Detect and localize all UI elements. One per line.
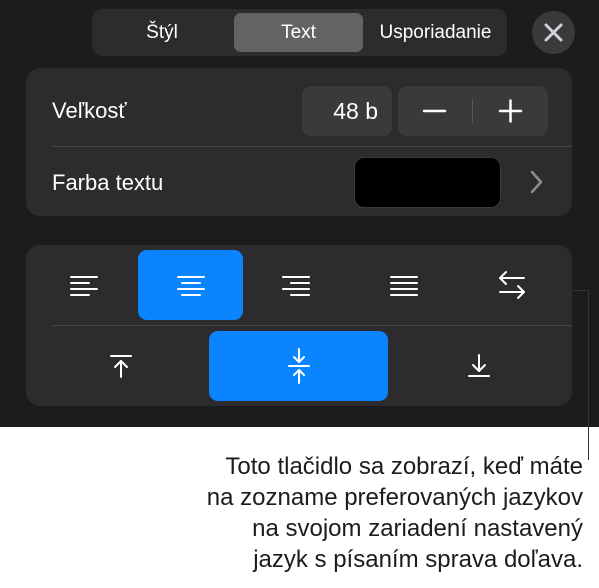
align-middle-button[interactable] [209, 331, 388, 401]
row-divider [52, 146, 572, 147]
justify-icon [390, 276, 418, 296]
align-top-button[interactable] [68, 331, 173, 401]
align-left-button[interactable] [34, 250, 134, 320]
align-right-button[interactable] [246, 250, 346, 320]
font-size-field[interactable]: 48 b [302, 86, 392, 136]
callout-leader-vertical [588, 290, 589, 460]
tab-text[interactable]: Text [234, 13, 363, 52]
decrease-size-button[interactable] [398, 86, 473, 136]
callout-leader-horizontal [573, 290, 589, 291]
align-top-icon [109, 355, 132, 378]
close-button[interactable] [532, 11, 575, 54]
align-bottom-icon [467, 354, 490, 377]
font-size-stepper [398, 86, 548, 136]
tab-style[interactable]: Štýl [98, 13, 226, 52]
callout-text: Toto tlačidlo sa zobrazí, keď máte na zo… [206, 453, 583, 573]
increase-size-button[interactable] [473, 86, 548, 136]
tab-arrange[interactable]: Usporiadanie [370, 13, 501, 52]
chevron-right-icon[interactable] [528, 168, 544, 196]
align-right-icon [282, 276, 310, 296]
align-bottom-button[interactable] [426, 331, 531, 401]
text-direction-icon [499, 271, 525, 299]
text-color-swatch[interactable] [354, 157, 501, 208]
align-left-icon [70, 276, 98, 296]
justify-button[interactable] [354, 250, 454, 320]
format-tab-control: Štýl Text Usporiadanie [92, 9, 507, 56]
minus-icon [422, 109, 447, 113]
plus-icon [498, 99, 523, 123]
text-direction-button[interactable] [462, 250, 562, 320]
close-icon [544, 23, 563, 42]
text-format-panel: Štýl Text Usporiadanie Veľkosť 48 b Farb… [0, 0, 599, 427]
alignment-divider [52, 325, 572, 326]
align-center-icon [176, 276, 205, 296]
align-middle-icon [287, 348, 310, 384]
size-label: Veľkosť [52, 98, 127, 123]
align-center-button[interactable] [138, 250, 243, 320]
text-color-label: Farba textu [52, 170, 164, 195]
